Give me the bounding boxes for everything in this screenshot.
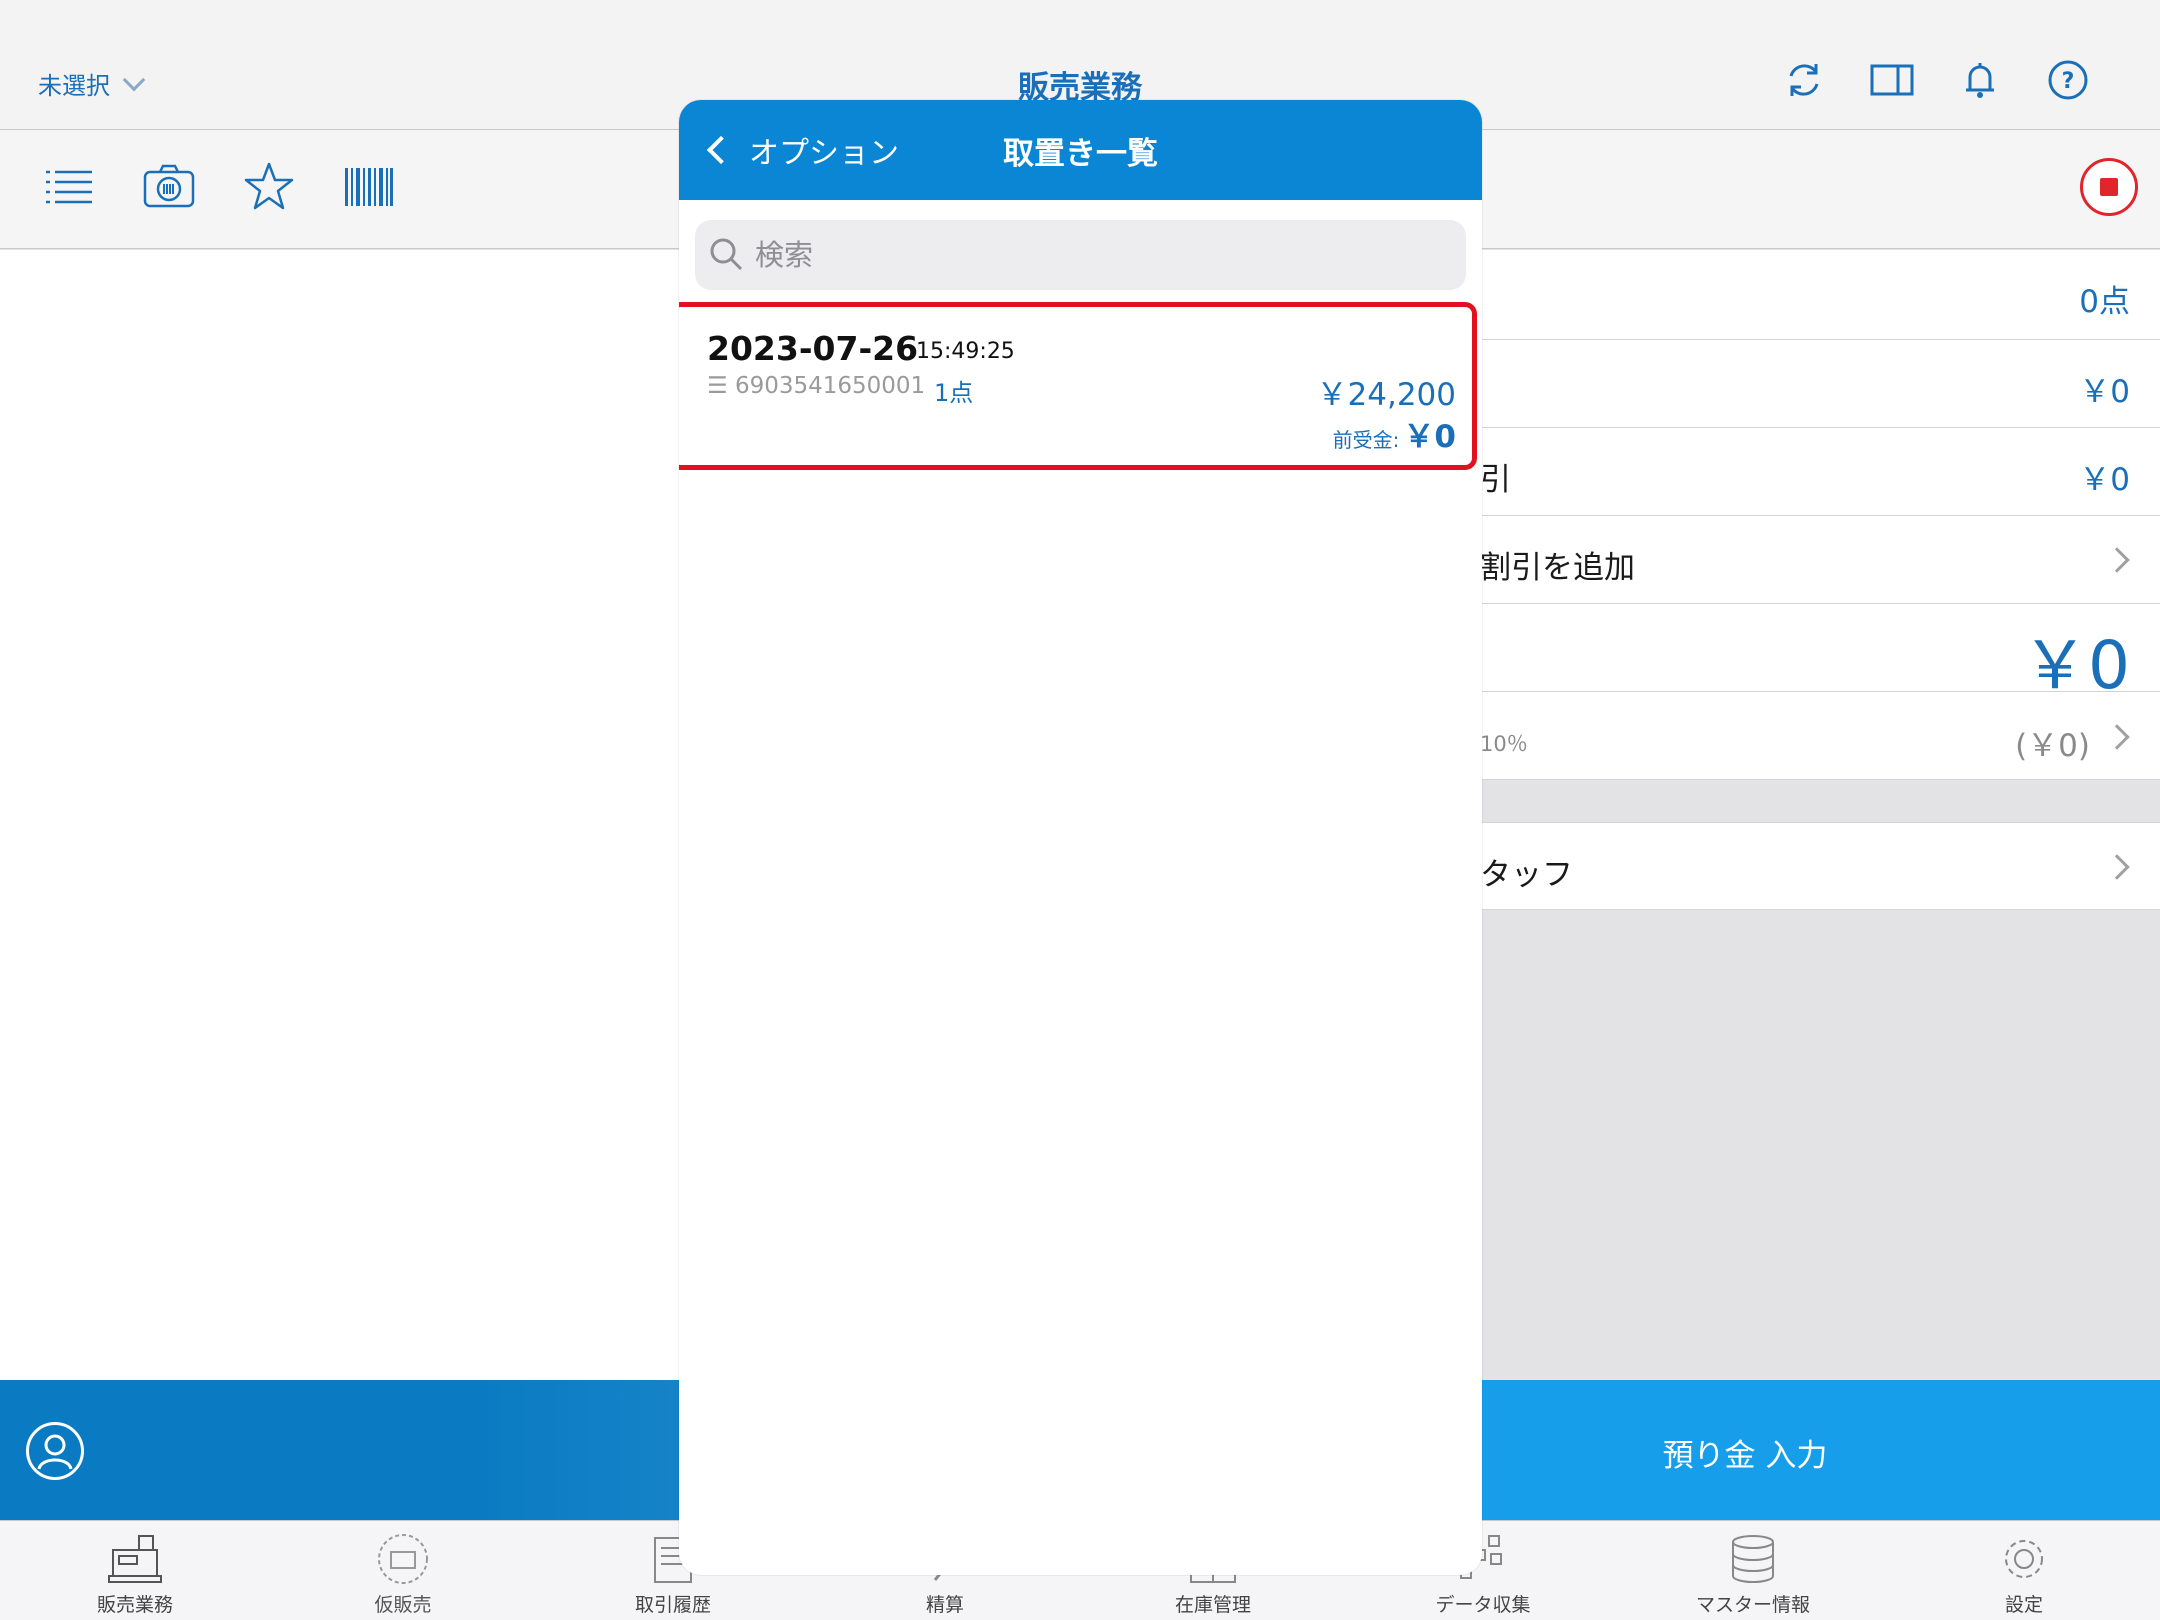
reservation-list-item[interactable]: 2023-07-26 15:49:25 ☰ 6903541650001 1点 ￥… xyxy=(679,302,1477,470)
chevron-left-icon xyxy=(706,135,736,165)
tab-settings[interactable]: 設定 xyxy=(1924,1532,2124,1617)
tax-amount-value: (￥0) xyxy=(2015,728,2090,764)
advance-payment: 前受金: ￥0 xyxy=(1333,411,1456,456)
search-input[interactable] xyxy=(755,238,1435,272)
chevron-right-icon xyxy=(2104,724,2130,750)
customer-action-bar xyxy=(0,1380,680,1520)
register-icon xyxy=(108,1535,162,1583)
reservation-code-text: 6903541650001 xyxy=(734,373,926,399)
deposit-input-label: 預り金 入力 xyxy=(1662,1438,1828,1474)
list-icon[interactable] xyxy=(42,160,96,214)
chevron-down-icon xyxy=(122,68,146,91)
summary-discount-value: ￥0 xyxy=(2079,462,2130,498)
reservation-date: 2023-07-26 xyxy=(707,329,919,368)
tab-label: 設定 xyxy=(2004,1594,2043,1616)
reservation-count: 1点 xyxy=(934,379,974,407)
back-label: オプション xyxy=(749,136,899,171)
user-icon xyxy=(37,1434,73,1470)
tab-label: マスター情報 xyxy=(1695,1594,1810,1616)
tax-rate-label: 10％ xyxy=(1480,732,1528,756)
summary-subtotal-value: ￥0 xyxy=(2079,374,2130,410)
database-icon xyxy=(1732,1535,1774,1583)
stop-button[interactable] xyxy=(2080,158,2138,216)
tab-sales[interactable]: 販売業務 xyxy=(35,1532,235,1617)
gear-icon xyxy=(2005,1540,2043,1578)
chevron-right-icon xyxy=(2104,547,2130,573)
camera-scan-icon[interactable] xyxy=(142,160,196,214)
customer-button[interactable] xyxy=(26,1422,84,1480)
tab-label: データ収集 xyxy=(1435,1594,1531,1616)
staff-label: タッフ xyxy=(1480,857,1573,893)
reservation-amount: ￥24,200 xyxy=(1316,377,1456,413)
search-field[interactable] xyxy=(695,220,1466,290)
tab-label: 精算 xyxy=(925,1594,964,1616)
summary-quantity-value: 0点 xyxy=(2079,284,2130,320)
tab-temp-sales[interactable]: 仮販売 xyxy=(303,1532,503,1617)
tab-label: 販売業務 xyxy=(96,1594,173,1616)
reservation-time: 15:49:25 xyxy=(916,339,1015,364)
tab-label: 取引履歴 xyxy=(634,1594,711,1616)
bell-icon[interactable] xyxy=(1958,58,2002,102)
refresh-icon[interactable] xyxy=(1782,58,1826,102)
summary-discount-label: 引 xyxy=(1480,462,1511,498)
store-select-dropdown[interactable]: 未選択 xyxy=(38,66,146,101)
tab-label: 仮販売 xyxy=(374,1594,432,1616)
temp-register-icon xyxy=(378,1534,428,1584)
barcode-icon[interactable] xyxy=(342,160,396,214)
reservation-list-modal: 取置き一覧 オプション 2023-07-26 15:49:25 ☰ 690354… xyxy=(679,100,1482,1575)
modal-header: 取置き一覧 オプション xyxy=(679,100,1482,200)
help-icon[interactable]: ? xyxy=(2046,58,2090,102)
split-view-icon[interactable] xyxy=(1870,58,1914,102)
chevron-right-icon xyxy=(2104,854,2130,880)
menu-lines-icon: ☰ xyxy=(707,373,728,399)
tab-master-info[interactable]: マスター情報 xyxy=(1653,1532,1853,1617)
back-to-options-button[interactable]: オプション xyxy=(703,128,899,172)
search-icon xyxy=(710,238,743,271)
tab-label: 在庫管理 xyxy=(1174,1594,1251,1616)
reservation-code: ☰ 6903541650001 xyxy=(707,373,925,399)
star-icon[interactable] xyxy=(242,160,296,214)
add-discount-label: 割引を追加 xyxy=(1480,550,1635,586)
advance-payment-value: ￥0 xyxy=(1403,419,1456,455)
store-select-label: 未選択 xyxy=(38,72,110,100)
advance-payment-label: 前受金: xyxy=(1332,428,1400,452)
svg-text:?: ? xyxy=(2062,69,2075,94)
